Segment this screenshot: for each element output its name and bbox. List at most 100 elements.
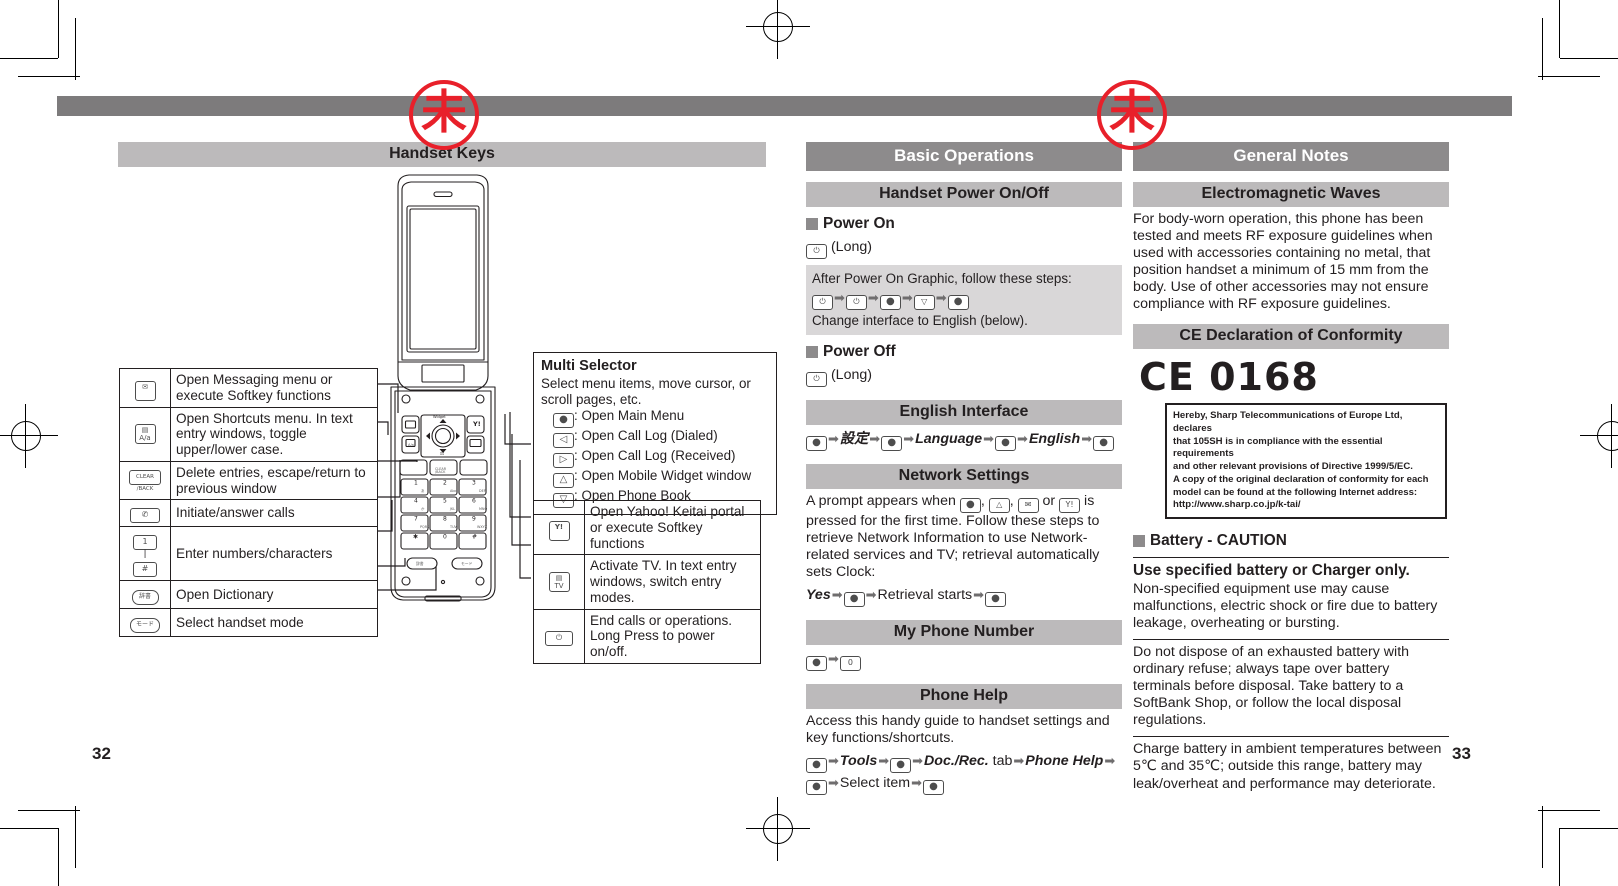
svg-text:TUV: TUV bbox=[449, 525, 458, 529]
registration-mark-right bbox=[1580, 404, 1618, 468]
key-desc: Select handset mode bbox=[170, 608, 378, 638]
power-off-heading: Power Off bbox=[806, 343, 1122, 361]
svg-text:7: 7 bbox=[414, 516, 418, 523]
list-item: △: Open Mobile Widget window bbox=[553, 468, 769, 488]
crop-mark-bottom-left-h2 bbox=[0, 828, 58, 829]
crop-mark-bottom-right-v2 bbox=[1559, 828, 1560, 886]
center-key-icon: ● bbox=[890, 758, 912, 774]
registration-mark-top bbox=[746, 0, 810, 59]
divider bbox=[1133, 639, 1449, 641]
divider bbox=[1133, 736, 1449, 738]
multi-selector-desc: Select menu items, move cursor, or scrol… bbox=[541, 375, 751, 407]
list-item: ●: Open Main Menu bbox=[553, 408, 769, 428]
envelope-key-icon: ✉ bbox=[1017, 497, 1039, 513]
key-desc: Activate TV. In text entry windows, swit… bbox=[584, 554, 761, 610]
clear-back-key-icon: CLEAR/BACK bbox=[119, 460, 171, 501]
declaration-url: http://www.sharp.co.jp/k-tai/ bbox=[1173, 499, 1301, 511]
note-key-sequence: ⏻ ➡ ⏻ ➡ ● ➡ ▽ ➡ ● bbox=[812, 289, 1116, 311]
handset-mode-key-icon: モード bbox=[119, 608, 171, 638]
crop-mark-top-right-h bbox=[1538, 76, 1600, 77]
top-gray-band bbox=[57, 96, 1512, 116]
svg-text:9: 9 bbox=[472, 516, 476, 523]
network-settings-steps: Yes➡ ● ➡Retrieval starts➡ ● bbox=[806, 585, 1122, 607]
bullet-square-icon bbox=[806, 345, 818, 358]
table-row: ▤ TV Activate TV. In text entry windows, … bbox=[533, 554, 761, 610]
power-on-note: After Power On Graphic, follow these ste… bbox=[806, 265, 1122, 335]
phone-help-body: Access this handy guide to handset setti… bbox=[806, 712, 1110, 746]
power-key-icon: ⏻ bbox=[812, 295, 833, 311]
battery-warning-body: Non-specified equipment use may cause ma… bbox=[1133, 581, 1438, 632]
key-desc: Open Messaging menu or execute Softkey f… bbox=[170, 368, 378, 408]
table-row: モード Select handset mode bbox=[119, 608, 378, 638]
declaration-line: and other relevant provisions of Directi… bbox=[1173, 461, 1413, 473]
center-key-icon: ● bbox=[923, 780, 944, 796]
center-key-icon: ● bbox=[1093, 435, 1115, 451]
section-handset-power: Handset Power On/Off bbox=[806, 182, 1122, 207]
svg-text:Y!: Y! bbox=[472, 420, 481, 428]
table-row: 1 | # Enter numbers/characters bbox=[119, 526, 378, 582]
declaration-line: Hereby, Sharp Telecommunications of Euro… bbox=[1173, 410, 1403, 434]
table-row: ▤ A/a Open Shortcuts menu. In text entry … bbox=[119, 406, 378, 462]
key-desc: Enter numbers/characters bbox=[170, 526, 378, 582]
my-phone-number-steps: ● ➡ 0 bbox=[806, 649, 1122, 671]
crop-mark-top-left-h bbox=[18, 76, 80, 77]
zero-key-icon: 0 bbox=[839, 655, 861, 671]
center-key-icon: ● bbox=[843, 591, 865, 607]
table-row: CLEAR/BACK Delete entries, escape/return… bbox=[119, 460, 378, 501]
center-key-icon: ● bbox=[947, 295, 969, 311]
key-desc: Open Yahoo! Keitai portal or execute Sof… bbox=[584, 499, 761, 556]
center-key-icon: ● bbox=[959, 497, 981, 513]
number-keys-icon: 1 | # bbox=[119, 526, 171, 582]
svg-text:辞書: 辞書 bbox=[416, 561, 424, 566]
crop-mark-top-left-v2 bbox=[58, 0, 59, 58]
power-off-step: ⏻ (Long) bbox=[806, 365, 1122, 387]
declaration-line: model can be found at the following Inte… bbox=[1173, 486, 1418, 498]
basic-operations-title: Basic Operations bbox=[806, 142, 1122, 171]
note-line-1: After Power On Graphic, follow these ste… bbox=[812, 271, 1072, 286]
center-key-icon: ● bbox=[806, 655, 827, 671]
power-key-icon: ⏻ bbox=[806, 244, 827, 259]
svg-text:か: か bbox=[421, 506, 425, 511]
page-number-left: 32 bbox=[92, 744, 111, 763]
declaration-line: that 105SH is in compliance with the ess… bbox=[1173, 435, 1383, 460]
power-end-key-icon: ⏻ bbox=[533, 608, 585, 664]
dictionary-key-icon: 辞書 bbox=[119, 580, 171, 610]
up-key-icon: △ bbox=[553, 472, 574, 488]
svg-text:JKL: JKL bbox=[449, 507, 455, 511]
battery-warning-bold: Use specified battery or Charger only. bbox=[1133, 562, 1410, 580]
down-key-icon: ▽ bbox=[913, 295, 935, 311]
crop-mark-bottom-right-h2 bbox=[1560, 828, 1618, 829]
section-electromagnetic-waves: Electromagnetic Waves bbox=[1133, 182, 1449, 207]
svg-text:あ: あ bbox=[421, 488, 425, 493]
electromagnetic-body: For body-worn operation, this phone has … bbox=[1133, 211, 1433, 313]
power-on-step: ⏻ (Long) bbox=[806, 237, 1122, 259]
crop-mark-top-right-h2 bbox=[1560, 58, 1618, 59]
tv-key-icon: ▤ TV bbox=[533, 554, 585, 610]
section-english-interface: English Interface bbox=[806, 399, 1122, 425]
svg-text:#: # bbox=[472, 534, 477, 541]
svg-text:▯▯: ▯▯ bbox=[440, 451, 444, 456]
center-key-icon: ● bbox=[806, 780, 827, 796]
list-item: ▷: Open Call Log (Received) bbox=[553, 448, 769, 468]
middle-page: Basic Operations Handset Power On/Off Po… bbox=[806, 142, 1122, 796]
key-desc: End calls or operations. Long Press to p… bbox=[584, 608, 761, 664]
svg-text:/BACK: /BACK bbox=[435, 470, 446, 474]
note-line-2: Change interface to English (below). bbox=[812, 313, 1028, 329]
svg-text:2: 2 bbox=[443, 480, 447, 487]
handset-key-table-right: Y! Open Yahoo! Keitai portal or execute … bbox=[533, 499, 761, 664]
registration-mark-bottom bbox=[746, 797, 810, 861]
call-key-icon: ✆ bbox=[119, 499, 171, 528]
battery-note-2: Charge battery in ambient temperatures b… bbox=[1133, 741, 1442, 792]
ce-mark-icon: CE 0168 bbox=[1139, 355, 1319, 400]
crop-mark-bottom-right-h bbox=[1538, 810, 1600, 811]
up-key-icon: △ bbox=[988, 497, 1010, 513]
center-key-icon: ● bbox=[995, 435, 1017, 451]
key-desc: Open Dictionary bbox=[170, 580, 378, 610]
approval-stamp-left: 未 bbox=[409, 80, 479, 150]
general-notes-title: General Notes bbox=[1133, 142, 1449, 171]
section-my-phone-number: My Phone Number bbox=[806, 619, 1122, 645]
svg-text:6: 6 bbox=[472, 498, 476, 505]
svg-text:8: 8 bbox=[443, 516, 447, 523]
svg-text:5: 5 bbox=[443, 498, 447, 505]
svg-text:DEF: DEF bbox=[479, 489, 486, 493]
